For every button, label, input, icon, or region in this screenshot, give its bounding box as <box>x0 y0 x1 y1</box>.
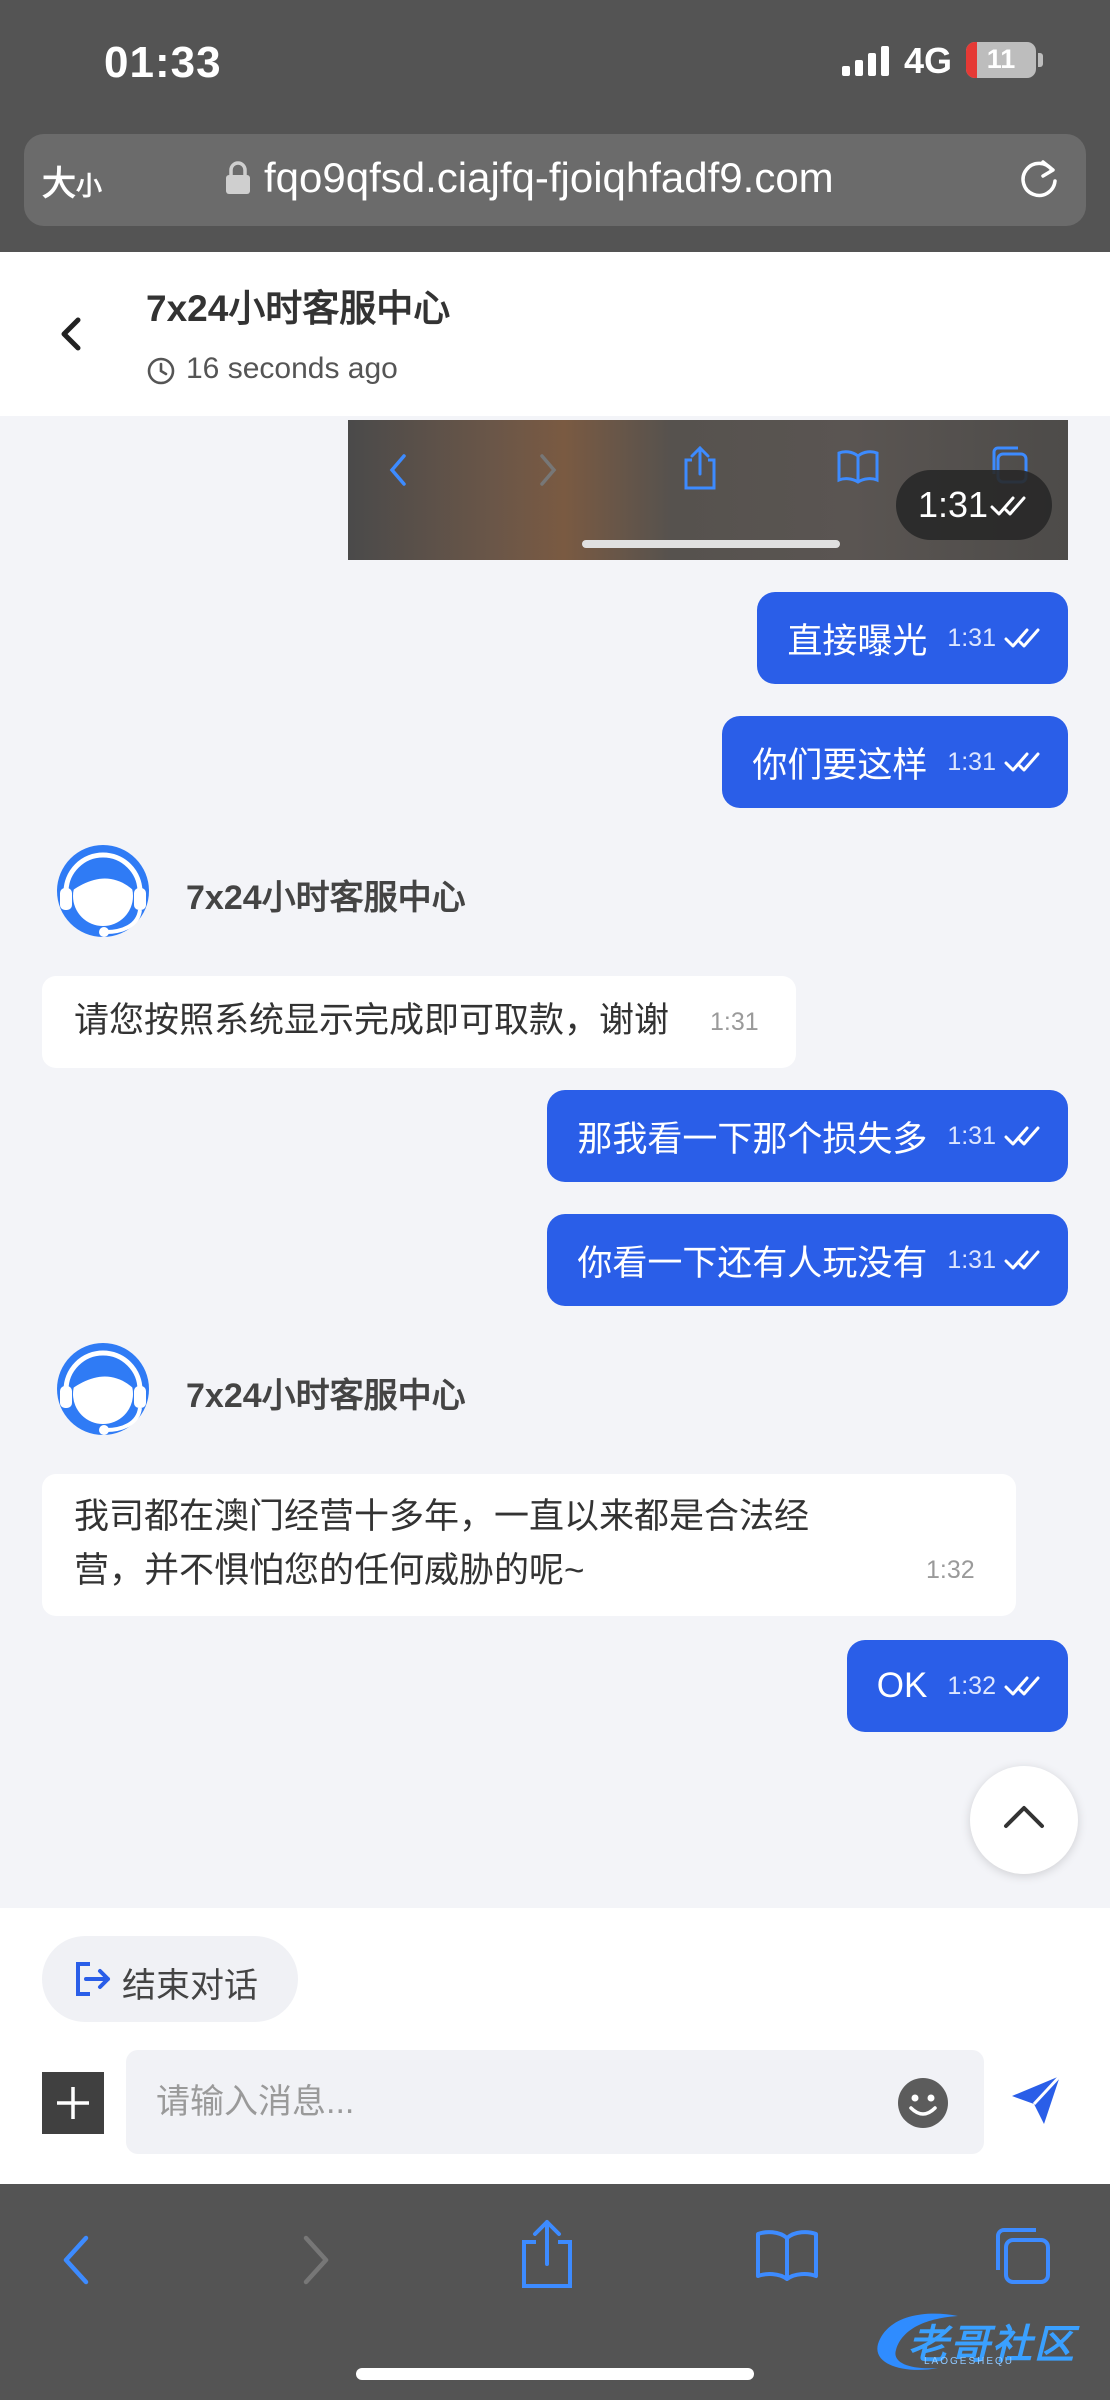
end-chat-button[interactable]: 结束对话 <box>42 1936 298 2022</box>
network-type: 4G <box>904 40 953 81</box>
address-bar[interactable]: 大小 fqo9qfsd.ciajfq-fjoiqhfadf9.com <box>24 134 1086 226</box>
browser-top-bar: 01:33 4G 11 大小 fqo9qfsd.ciajfq-fjoiqhfad… <box>0 0 1110 252</box>
agent-avatar-icon <box>57 845 149 937</box>
add-attachment-button[interactable] <box>42 2072 104 2134</box>
outgoing-message[interactable]: 你们要这样 1:31 <box>722 716 1068 808</box>
incoming-message[interactable]: 请您按照系统显示完成即可取款，谢谢 1:31 <box>42 976 796 1068</box>
chat-header: 7x24小时客服中心 16 seconds ago <box>0 252 1110 416</box>
outgoing-message[interactable]: 你看一下还有人玩没有 1:31 <box>547 1214 1068 1306</box>
share-icon[interactable] <box>518 2218 576 2292</box>
outgoing-message[interactable]: 直接曝光 1:31 <box>757 592 1068 684</box>
reload-icon[interactable] <box>1016 156 1062 202</box>
clock-icon <box>147 357 175 385</box>
status-time: 01:33 <box>104 38 222 87</box>
page-title: 7x24小时客服中心 <box>146 288 451 329</box>
exit-icon <box>76 1962 110 1996</box>
incoming-message[interactable]: 我司都在澳门经营十多年，一直以来都是合法经 营，并不惧怕您的任何威胁的呢~ 1:… <box>42 1474 1016 1616</box>
agent-name: 7x24小时客服中心 <box>186 879 466 917</box>
read-check-icon <box>1004 628 1040 648</box>
tabs-icon[interactable] <box>990 2224 1052 2286</box>
message-input[interactable] <box>126 2050 984 2154</box>
battery-level: 11 <box>986 44 1016 74</box>
text-size-button[interactable]: 大小 <box>42 156 102 205</box>
signal-icon <box>842 46 889 76</box>
scroll-top-button[interactable] <box>970 1766 1078 1874</box>
url-text[interactable]: fqo9qfsd.ciajfq-fjoiqhfadf9.com <box>264 154 834 202</box>
read-check-icon <box>1004 752 1040 772</box>
bookmarks-icon[interactable] <box>754 2228 820 2282</box>
agent-avatar-icon <box>57 1343 149 1435</box>
browser-toolbar: 老哥社区 LAOGESHEQU <box>0 2184 1110 2400</box>
back-arrow-icon[interactable] <box>48 304 96 364</box>
home-indicator <box>356 2368 754 2380</box>
agent-name: 7x24小时客服中心 <box>186 1377 466 1415</box>
browser-forward-icon[interactable] <box>296 2230 336 2290</box>
outgoing-message[interactable]: 那我看一下那个损失多 1:31 <box>547 1090 1068 1182</box>
plus-icon <box>57 2087 89 2119</box>
chevron-up-icon <box>1004 1806 1044 1828</box>
read-check-icon <box>1004 1126 1040 1146</box>
image-timestamp: 1:31 <box>896 470 1052 540</box>
chat-footer: 结束对话 <box>0 1908 1110 2184</box>
chevron-right-icon <box>540 454 557 486</box>
read-check-icon <box>1004 1676 1040 1696</box>
send-icon[interactable] <box>1008 2072 1064 2128</box>
share-icon <box>684 445 716 490</box>
read-check-icon <box>1004 1250 1040 1270</box>
browser-back-icon[interactable] <box>56 2230 96 2290</box>
lock-icon <box>226 161 250 194</box>
image-message[interactable]: 1:31 <box>348 420 1068 560</box>
outgoing-message[interactable]: OK 1:32 <box>846 1640 1068 1732</box>
watermark-logo: 老哥社区 LAOGESHEQU <box>868 2304 1098 2374</box>
end-chat-label: 结束对话 <box>122 1967 258 2005</box>
chevron-left-icon <box>389 454 406 486</box>
last-seen-text: 16 seconds ago <box>186 352 398 385</box>
book-icon <box>837 450 879 484</box>
emoji-icon[interactable] <box>896 2076 950 2130</box>
battery-icon: 11 <box>966 42 1036 78</box>
